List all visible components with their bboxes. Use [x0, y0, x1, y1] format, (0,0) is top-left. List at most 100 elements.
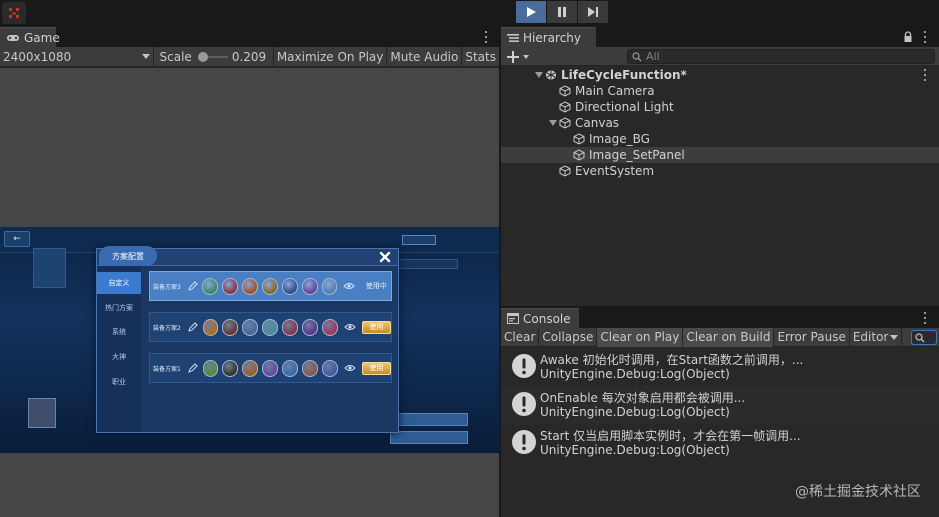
background-card: [33, 248, 66, 288]
sidebar-item-role[interactable]: 职业: [97, 371, 141, 393]
log-stacktrace: UnityEngine.Debug:Log(Object): [540, 443, 730, 457]
edit-icon[interactable]: [187, 280, 198, 292]
sidebar-item-custom[interactable]: 自定义: [97, 272, 141, 294]
hero-icon: [302, 359, 319, 377]
collab-icon[interactable]: [2, 2, 26, 24]
plan-row[interactable]: 装备方案3 使用中: [149, 271, 392, 301]
hero-icon: [302, 318, 319, 336]
hero-icon: [242, 318, 259, 336]
log-message: OnEnable 每次对象启用都会被调用...: [540, 391, 746, 405]
collapse-label: Collapse: [542, 330, 594, 344]
log-entry[interactable]: Start 仅当启用脚本实例时，才会在第一帧调用... UnityEngine.D…: [501, 424, 939, 462]
plan-name: 装备方案2: [153, 324, 181, 332]
tree-item-lifecyclefunction[interactable]: LifeCycleFunction*: [501, 67, 939, 83]
tab-hierarchy-label: Hierarchy: [523, 30, 582, 45]
hero-icon: [262, 318, 279, 336]
scene-menu-icon[interactable]: [921, 68, 929, 82]
background-tag: [402, 235, 436, 245]
edit-icon[interactable]: [187, 321, 198, 333]
sidebar-item-label: 系统: [112, 328, 126, 336]
search-icon: [632, 51, 642, 61]
chevron-down-icon[interactable]: [548, 118, 558, 128]
scale-label: Scale: [159, 49, 192, 64]
scale-slider[interactable]: [197, 51, 228, 62]
plan-row[interactable]: 装备方案1 使用: [149, 353, 392, 383]
gameobject-icon: [572, 148, 586, 162]
tab-hierarchy[interactable]: Hierarchy: [501, 27, 596, 47]
game-menu-icon[interactable]: [482, 30, 490, 44]
tab-game[interactable]: Game: [0, 27, 60, 47]
hero-icon: [281, 277, 298, 295]
chevron-down-icon[interactable]: [534, 70, 544, 80]
eye-icon[interactable]: [343, 281, 356, 291]
eye-icon[interactable]: [344, 363, 356, 373]
game-panel: Game 2400x1080 Scale 0.209 Maximize On P…: [0, 27, 499, 517]
lock-icon[interactable]: [903, 31, 913, 43]
clear-button[interactable]: Clear: [501, 327, 540, 347]
use-button[interactable]: 使用: [362, 320, 392, 334]
game-render[interactable]: ← 方案配置 自定义 热门方案 系统 大神 职业 装备方案3 使用中 装备方案2…: [0, 227, 499, 453]
pause-button[interactable]: [547, 1, 578, 23]
mute-audio-toggle[interactable]: Mute Audio: [387, 46, 463, 67]
clear-on-build-toggle[interactable]: Clear on Build: [683, 327, 775, 347]
tree-item-canvas[interactable]: Canvas: [501, 115, 939, 131]
edit-icon[interactable]: [187, 362, 198, 374]
create-button[interactable]: [507, 49, 531, 64]
tree-item-image-bg[interactable]: Image_BG: [501, 131, 939, 147]
plan-row[interactable]: 装备方案2 使用: [149, 312, 392, 342]
collapse-toggle[interactable]: Collapse: [539, 327, 598, 347]
sidebar-item-system[interactable]: 系统: [97, 321, 141, 343]
sidebar-item-popular[interactable]: 热门方案: [97, 297, 141, 319]
letterbox-bottom: [0, 453, 499, 517]
editor-dropdown[interactable]: Editor: [850, 327, 903, 347]
console-menu-icon[interactable]: [921, 311, 929, 325]
console-search[interactable]: [911, 330, 937, 345]
step-button[interactable]: [578, 1, 609, 23]
play-button[interactable]: [516, 1, 547, 23]
scale-control: Scale 0.209: [154, 46, 274, 67]
play-controls: [516, 1, 609, 23]
tree-item-label: LifeCycleFunction*: [561, 68, 687, 82]
log-entry[interactable]: OnEnable 每次对象启用都会被调用... UnityEngine.Debug…: [501, 386, 939, 424]
stats-toggle[interactable]: Stats: [462, 47, 499, 67]
hierarchy-menu-icon[interactable]: [921, 30, 929, 44]
hero-icon: [202, 277, 219, 295]
plan-name: 装备方案1: [153, 365, 181, 373]
game-view[interactable]: ← 方案配置 自定义 热门方案 系统 大神 职业 装备方案3 使用中 装备方案2…: [0, 68, 499, 517]
console-toolbar: Clear Collapse Clear on Play Clear on Bu…: [501, 327, 939, 347]
background-button-1: [390, 413, 468, 426]
error-pause-toggle[interactable]: Error Pause: [774, 327, 850, 347]
hierarchy-tabbar: Hierarchy: [501, 27, 939, 47]
error-pause-label: Error Pause: [777, 330, 846, 344]
hero-icon: [322, 318, 339, 336]
tree-item-label: Image_BG: [589, 132, 650, 146]
console-icon: [507, 313, 519, 324]
list-icon: [507, 33, 519, 43]
gamepad-icon: [6, 33, 20, 43]
clear-on-play-toggle[interactable]: Clear on Play: [597, 327, 684, 347]
use-button[interactable]: 使用: [362, 361, 392, 375]
unity-scene-icon: [544, 68, 558, 82]
hierarchy-search[interactable]: [627, 49, 935, 64]
log-entry[interactable]: Awake 初始化时调用，在Start函数之前调用，... UnityEngine…: [501, 348, 939, 386]
tab-console[interactable]: Console: [501, 308, 579, 328]
back-button[interactable]: ←: [4, 231, 30, 247]
tree-item-label: Image_SetPanel: [589, 148, 685, 162]
step-icon: [588, 7, 598, 17]
slider-thumb[interactable]: [197, 51, 208, 62]
gameobject-icon: [558, 164, 572, 178]
sidebar-item-masters[interactable]: 大神: [97, 346, 141, 368]
tree-item-eventsystem[interactable]: EventSystem: [501, 163, 939, 179]
tree-item-main-camera[interactable]: Main Camera: [501, 83, 939, 99]
tree-item-directional-light[interactable]: Directional Light: [501, 99, 939, 115]
close-icon[interactable]: [378, 250, 392, 264]
eye-icon[interactable]: [344, 322, 356, 332]
maximize-on-play-toggle[interactable]: Maximize On Play: [274, 46, 388, 67]
resolution-label: 2400x1080: [3, 49, 72, 64]
dialog-sidebar: 自定义 热门方案 系统 大神 职业: [97, 266, 141, 432]
tree-item-image-setpanel[interactable]: Image_SetPanel: [501, 147, 939, 163]
search-input[interactable]: [646, 50, 926, 63]
resolution-dropdown[interactable]: 2400x1080: [0, 46, 154, 67]
